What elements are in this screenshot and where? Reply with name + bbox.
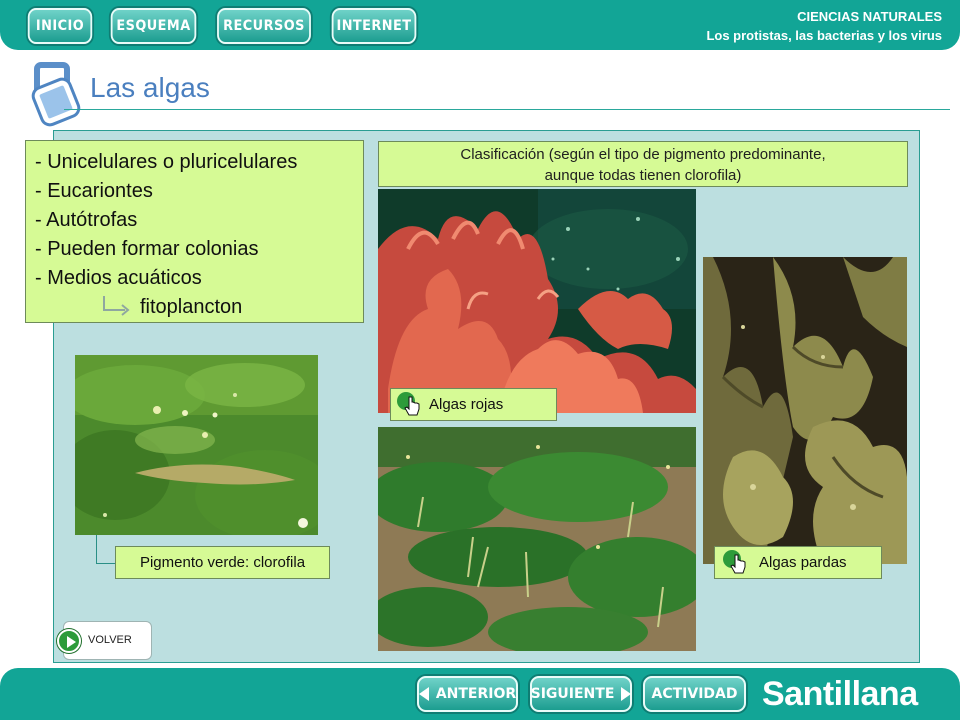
title-divider	[64, 109, 950, 110]
subject-label: CIENCIAS NATURALES	[797, 9, 942, 24]
nav-esquema-button[interactable]: ESQUEMA	[110, 8, 197, 44]
volver-label: VOLVER	[88, 634, 132, 646]
nav-internet-button[interactable]: INTERNET	[331, 8, 417, 44]
arrow-right-icon	[621, 687, 632, 701]
feature-subitem: fitoplancton	[35, 293, 363, 322]
anterior-label: ANTERIOR	[435, 686, 517, 702]
feature-item: - Medios acuáticos	[35, 267, 202, 289]
pointer-hand-icon	[723, 550, 746, 574]
feature-item: - Unicelulares o pluricelulares	[35, 151, 298, 173]
course-info: CIENCIAS NATURALES Los protistas, las ba…	[706, 7, 942, 45]
slide: INICIO ESQUEMA RECURSOS INTERNET CIENCIA…	[0, 0, 960, 720]
title-squares-icon	[30, 60, 80, 126]
red-algae-label: Algas rojas	[429, 396, 504, 413]
brown-algae-photo	[703, 257, 907, 564]
green-algae-field-photo	[378, 427, 696, 651]
feature-item: - Pueden formar colonias	[35, 238, 259, 260]
red-algae-button[interactable]: Algas rojas	[390, 388, 557, 421]
classification-box: Clasificación (según el tipo de pigmento…	[378, 141, 908, 187]
page-title: Las algas	[90, 72, 210, 103]
pointer-hand-icon	[397, 392, 420, 416]
red-algae-photo	[378, 189, 696, 413]
green-pigment-text: Pigmento verde: clorofila	[139, 554, 306, 571]
return-arrow-icon	[103, 296, 130, 316]
green-pigment-label: Pigmento verde: clorofila	[115, 546, 330, 579]
leader-line	[96, 563, 115, 564]
green-algae-closeup-photo	[75, 355, 318, 535]
actividad-button[interactable]: ACTIVIDAD	[643, 676, 746, 712]
arrow-left-icon	[418, 687, 429, 701]
siguiente-button[interactable]: SIGUIENTE	[530, 676, 632, 712]
actividad-label: ACTIVIDAD	[651, 686, 738, 702]
leader-line	[96, 535, 97, 564]
nav-recursos-button[interactable]: RECURSOS	[217, 8, 311, 44]
anterior-button[interactable]: ANTERIOR	[417, 676, 518, 712]
unit-label: Los protistas, las bacterias y los virus	[706, 28, 942, 43]
play-icon	[57, 629, 81, 653]
classification-line-2: aunque todas tienen clorofila)	[544, 167, 742, 184]
feature-item: - Autótrofas	[35, 209, 138, 231]
classification-line-1: Clasificación (según el tipo de pigmento…	[460, 146, 826, 163]
siguiente-label: SIGUIENTE	[530, 686, 615, 702]
feature-item: - Eucariontes	[35, 180, 153, 202]
brown-algae-button[interactable]: Algas pardas	[714, 546, 882, 579]
nav-inicio-button[interactable]: INICIO	[27, 8, 93, 44]
santillana-logo: Santillana	[762, 675, 918, 713]
features-box: - Unicelulares o pluricelulares - Eucari…	[25, 140, 364, 323]
volver-button[interactable]: VOLVER	[57, 621, 152, 660]
brown-algae-label: Algas pardas	[759, 554, 847, 571]
fitoplancton-label: fitoplancton	[140, 296, 243, 318]
